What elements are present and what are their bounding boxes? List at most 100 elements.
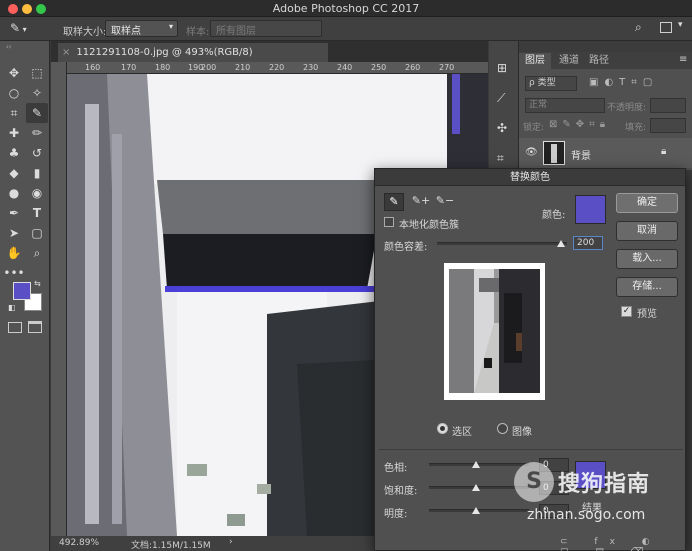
zoom-readout[interactable]: 492.89% [59,538,99,548]
fuzziness-input[interactable]: 200 [573,236,603,250]
sample-size-value: 取样点 [111,26,141,37]
ruler-tick: 180 [155,63,171,72]
zoom-tool-icon[interactable]: ⌕ [26,243,48,263]
lightness-label: 明度: [384,509,408,520]
sample-layers-value: 所有图层 [216,26,256,37]
healing-brush-tool-icon[interactable]: ✚ [3,123,25,143]
workspace-icon[interactable] [660,22,672,33]
layer-bottom-icons[interactable]: ⊂ fx ◐ ▢ ▤ ⌫ [560,537,692,551]
add-sample-button[interactable]: ✎+ [411,193,431,211]
panel-menu-icon[interactable]: ≡ [679,54,687,65]
pen-tool-icon[interactable]: ✒ [3,203,25,223]
swap-colors-icon[interactable]: ⇆ [34,279,41,288]
eyedropper-minus-icon: ✎− [435,194,455,207]
fuzziness-label: 颜色容差: [384,242,428,253]
preview-label: 预览 [637,309,657,320]
localized-clusters-checkbox[interactable] [384,217,394,227]
chevron-down-icon: ▾ [168,22,173,31]
tab-paths[interactable]: 路径 [583,53,615,69]
history-brush-tool-icon[interactable]: ↺ [26,143,48,163]
preview-image [449,269,540,393]
hue-slider-thumb[interactable] [472,461,480,468]
lightness-slider-thumb[interactable] [472,507,480,514]
tab-layers[interactable]: 图层 [519,53,551,69]
saturation-slider-thumb[interactable] [472,484,480,491]
lock-icons[interactable]: ⊠✎✥⌗🔒︎ [549,119,610,130]
layer-filter-select[interactable]: ρ 类型 [525,76,577,91]
horizontal-ruler: 160 170 180 190 200 210 220 230 240 250 … [67,62,488,74]
eyedropper-icon: ✎ [389,195,399,208]
selected-color-swatch[interactable] [575,195,606,224]
gradient-tool-icon[interactable]: ▮ [26,163,48,183]
cancel-button[interactable]: 取消 [616,221,678,241]
eyedropper-tool-preset[interactable]: ✎ ▾ [10,20,42,37]
preview-frame [444,263,545,400]
ruler-tick: 230 [303,63,319,72]
ok-button[interactable]: 确定 [616,193,678,213]
curves-icon[interactable]: ⟋ [497,91,505,106]
close-tab-icon[interactable]: × [62,47,70,58]
chevron-down-icon[interactable]: ▾ [678,20,683,30]
ruler-tick: 170 [121,63,137,72]
ruler-tick: 160 [85,63,101,72]
sample-layers-select[interactable]: 所有图层 [210,20,322,37]
path-select-tool-icon[interactable]: ➤ [3,223,25,243]
ruler-tick: 220 [269,63,285,72]
app-title: Adobe Photoshop CC 2017 [272,2,420,15]
marquee-tool-icon[interactable]: ⬚ [26,63,48,83]
shape-tool-icon[interactable]: ▢ [26,223,48,243]
localized-clusters-label: 本地化颜色簇 [399,220,459,231]
image-radio-label: 图像 [512,427,532,438]
document-tab[interactable]: × 1121291108-0.jpg @ 493%(RGB/8) [58,43,328,62]
eyedropper-button[interactable]: ✎ [384,193,404,211]
sample-size-select[interactable]: 取样点 ▾ [105,20,178,37]
filter-icons[interactable]: ▣◐T⌗▢ [589,77,658,88]
title-bar: Adobe Photoshop CC 2017 [0,0,692,17]
image-radio[interactable] [497,423,508,434]
fuzziness-slider-track[interactable] [437,242,567,245]
crop-panel-icon[interactable]: ⌗ [497,151,504,166]
stamp-tool-icon[interactable]: ♣ [3,143,25,163]
visibility-eye-icon[interactable]: 👁︎ [525,147,538,158]
watermark-logo: S [514,462,554,502]
load-button[interactable]: 载入... [616,249,678,269]
eyedropper-tool-icon[interactable]: ✎ [26,103,48,123]
screen-mode-icon[interactable] [28,321,42,333]
opacity-label: 不透明度: [607,103,647,113]
properties-icon[interactable]: ⊞ [497,61,507,75]
lasso-tool-icon[interactable]: ○ [3,83,25,103]
chevron-right-icon[interactable]: › [229,537,233,547]
ruler-tick: 250 [371,63,387,72]
more-tools-icon[interactable]: ••• [3,263,25,283]
preview-checkbox[interactable]: ✓ [621,306,632,317]
blur-tool-icon[interactable]: ● [3,183,25,203]
tab-channels[interactable]: 通道 [553,53,585,69]
eyedropper-plus-icon: ✎+ [411,194,431,207]
opacity-field[interactable] [650,98,686,113]
search-icon[interactable]: ⌕ [635,20,652,37]
plugins-icon[interactable]: ✣ [497,121,507,135]
move-tool-icon[interactable]: ✥ [3,63,25,83]
watermark-brand: 搜狗指南 [558,472,651,497]
dodge-tool-icon[interactable]: ◉ [26,183,48,203]
brush-tool-icon[interactable]: ✏ [26,123,48,143]
eraser-tool-icon[interactable]: ◆ [3,163,25,183]
vertical-ruler [51,62,67,536]
subtract-sample-button[interactable]: ✎− [435,193,455,211]
divider [379,449,683,450]
blend-mode-select[interactable]: 正常 [525,98,605,113]
hand-tool-icon[interactable]: ✋ [3,243,25,263]
crop-tool-icon[interactable]: ⌗ [3,103,25,123]
fill-field[interactable] [650,118,686,133]
type-tool-icon[interactable]: T [26,203,48,223]
eyedropper-icon: ✎ [10,21,21,35]
foreground-color-swatch[interactable] [13,282,31,300]
layer-row-background[interactable]: 👁︎ 背景 🔒︎ [519,138,692,168]
save-button[interactable]: 存储... [616,277,678,297]
selection-radio[interactable] [437,423,448,434]
fuzziness-slider-thumb[interactable] [556,240,565,247]
quick-mask-icon[interactable] [8,322,22,333]
default-colors-icon[interactable]: ◧ [8,303,16,312]
quick-select-tool-icon[interactable]: ✧ [26,83,48,103]
collapse-arrows-icon[interactable]: ‹‹ [6,43,12,51]
